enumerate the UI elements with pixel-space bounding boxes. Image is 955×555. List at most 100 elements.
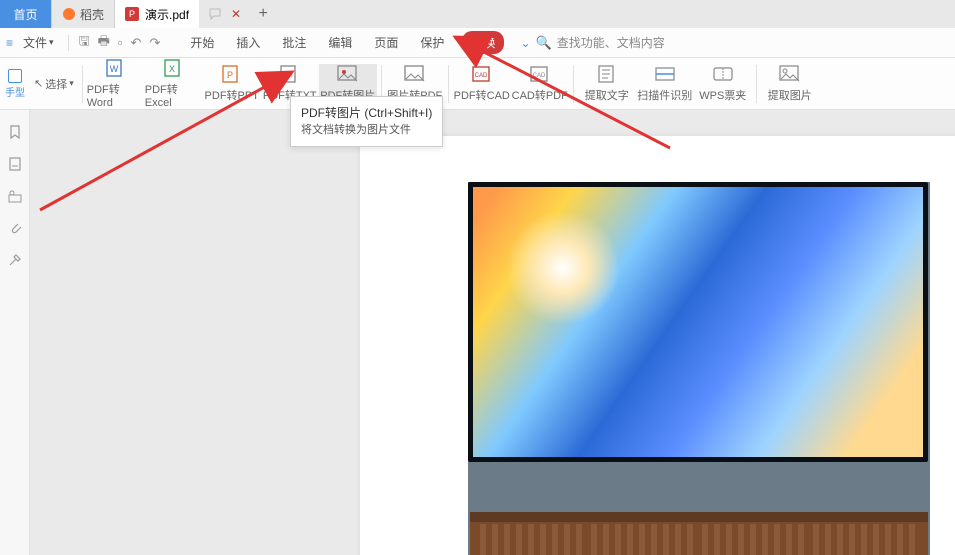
tool-pdf-to-excel[interactable]: X PDF转Excel bbox=[145, 58, 203, 109]
tool-scan-recognition[interactable]: 扫描件识别 bbox=[636, 64, 694, 103]
cad-icon: CAD bbox=[470, 64, 494, 84]
cad2pdf-icon: CAD bbox=[528, 64, 552, 84]
ticket-icon bbox=[711, 64, 735, 84]
layers-icon[interactable] bbox=[7, 188, 23, 204]
pdf-icon: P bbox=[125, 7, 139, 21]
search-icon: 🔍 bbox=[536, 35, 552, 51]
ribbon-tab-2[interactable]: 批注 bbox=[278, 31, 310, 54]
ppt-icon: P bbox=[220, 64, 244, 84]
toolbar-row: 手型 ↖ 选择 ▾ W PDF转Word X PDF转Excel P PDF转P… bbox=[0, 58, 955, 110]
cursor-icon: ↖ bbox=[34, 77, 43, 90]
tool-label: PDF转Excel bbox=[145, 81, 203, 109]
extract-text-icon bbox=[595, 64, 619, 84]
menu-row: ≡ 文件 ▾ 🖫 🖶 ▫ ↶ ↷ 开始 插入 批注 编辑 页面 保护 转换 ⌄ … bbox=[0, 28, 955, 58]
ribbon-tab-6[interactable]: 转换 bbox=[462, 31, 504, 54]
tool-label: CAD转PDF bbox=[512, 87, 568, 103]
pdf-page bbox=[360, 136, 955, 555]
preview-icon[interactable]: ▫ bbox=[118, 35, 123, 50]
hand-icon bbox=[8, 69, 22, 83]
hand-label: 手型 bbox=[5, 84, 25, 99]
img2pdf-icon bbox=[403, 64, 427, 84]
tooltip-desc: 将文档转换为图片文件 bbox=[301, 122, 432, 139]
divider bbox=[68, 35, 69, 51]
file-menu-label: 文件 bbox=[23, 34, 47, 51]
word-icon: W bbox=[104, 58, 128, 78]
daoke-icon bbox=[62, 7, 76, 21]
ribbon-tab-5[interactable]: 保护 bbox=[416, 31, 448, 54]
chat-bubble-icon[interactable] bbox=[207, 6, 223, 22]
svg-text:X: X bbox=[169, 64, 175, 74]
tool-pdf-to-ppt[interactable]: P PDF转PPT bbox=[203, 64, 261, 103]
tool-pdf-to-word[interactable]: W PDF转Word bbox=[87, 58, 145, 109]
tool-label: 扫描件识别 bbox=[637, 87, 692, 103]
search-box[interactable]: ⌄ 🔍 查找功能、文档内容 bbox=[520, 34, 664, 51]
svg-text:CAD: CAD bbox=[532, 73, 545, 79]
app-menu-icon[interactable]: ≡ bbox=[6, 36, 13, 50]
tool-label: 提取文字 bbox=[585, 87, 629, 103]
redo-icon[interactable]: ↷ bbox=[149, 35, 160, 51]
tv-frame bbox=[468, 182, 928, 462]
title-tabs-row: 首页 稻壳 P 演示.pdf ✕ + bbox=[0, 0, 955, 28]
tooltip-pdf-to-image: PDF转图片 (Ctrl+Shift+I) 将文档转换为图片文件 bbox=[290, 96, 443, 147]
excel-icon: X bbox=[162, 58, 186, 78]
select-tool[interactable]: ↖ 选择 ▾ bbox=[30, 76, 78, 92]
page-content-image bbox=[468, 182, 930, 555]
tab-home-label: 首页 bbox=[13, 6, 37, 23]
tool-label: PDF转Word bbox=[87, 81, 145, 109]
hand-tool[interactable]: 手型 bbox=[0, 69, 30, 99]
main-area bbox=[0, 110, 955, 555]
ribbon-tabs: 开始 插入 批注 编辑 页面 保护 转换 bbox=[186, 31, 504, 54]
tool-label: PDF转PPT bbox=[205, 87, 259, 103]
attachment-icon[interactable] bbox=[7, 220, 23, 236]
tool-pdf-to-cad[interactable]: CAD PDF转CAD bbox=[453, 64, 511, 103]
divider bbox=[448, 65, 449, 103]
svg-text:CAD: CAD bbox=[474, 73, 487, 79]
tab-daoke-label: 稻壳 bbox=[80, 6, 104, 23]
image-icon bbox=[336, 64, 360, 84]
wooden-shelf bbox=[470, 512, 928, 555]
ribbon-tab-4[interactable]: 页面 bbox=[370, 31, 402, 54]
ribbon-tab-0[interactable]: 开始 bbox=[186, 31, 218, 54]
tool-cad-to-pdf[interactable]: CAD CAD转PDF bbox=[511, 64, 569, 103]
save-icon[interactable]: 🖫 bbox=[79, 32, 90, 54]
tab-daoke[interactable]: 稻壳 bbox=[52, 0, 115, 28]
tool-extract-text[interactable]: 提取文字 bbox=[578, 64, 636, 103]
tool-label: WPS票夹 bbox=[699, 87, 746, 103]
tab-home[interactable]: 首页 bbox=[0, 0, 52, 28]
tool-wps-ticket[interactable]: WPS票夹 bbox=[694, 64, 752, 103]
extract-img-icon bbox=[778, 64, 802, 84]
tool-extract-image[interactable]: 提取图片 bbox=[761, 64, 819, 103]
page-canvas[interactable] bbox=[30, 110, 955, 555]
divider bbox=[573, 65, 574, 103]
undo-icon[interactable]: ↶ bbox=[131, 35, 142, 51]
tv-screen bbox=[473, 187, 923, 457]
tool-label: 提取图片 bbox=[768, 87, 812, 103]
svg-text:W: W bbox=[110, 64, 119, 74]
svg-text:P: P bbox=[227, 70, 233, 80]
chevron-down-icon: ▾ bbox=[69, 78, 74, 89]
txt-icon: TXT bbox=[278, 64, 302, 84]
left-rail bbox=[0, 110, 30, 555]
bookmark-icon[interactable] bbox=[7, 124, 23, 140]
add-tab-label: + bbox=[258, 5, 267, 23]
file-menu[interactable]: 文件 ▾ bbox=[19, 32, 58, 53]
divider bbox=[82, 65, 83, 103]
scan-icon bbox=[653, 64, 677, 84]
print-icon[interactable]: 🖶 bbox=[98, 32, 110, 54]
ribbon-tab-1[interactable]: 插入 bbox=[232, 31, 264, 54]
svg-text:TXT: TXT bbox=[282, 73, 294, 79]
chevron-down-icon: ▾ bbox=[49, 37, 54, 48]
divider bbox=[756, 65, 757, 103]
tab-document[interactable]: P 演示.pdf bbox=[115, 0, 199, 28]
tooltip-title: PDF转图片 (Ctrl+Shift+I) bbox=[301, 104, 432, 122]
tool-label: PDF转CAD bbox=[454, 87, 510, 103]
search-placeholder: 查找功能、文档内容 bbox=[557, 34, 665, 51]
doc-name: 演示.pdf bbox=[145, 6, 189, 23]
search-down-icon: ⌄ bbox=[520, 36, 530, 50]
ribbon-tab-3[interactable]: 编辑 bbox=[324, 31, 356, 54]
tools-icon[interactable] bbox=[7, 252, 23, 268]
select-label: 选择 bbox=[45, 76, 67, 92]
add-tab-button[interactable]: + bbox=[249, 0, 277, 28]
close-icon[interactable]: ✕ bbox=[231, 7, 241, 21]
thumbnail-icon[interactable] bbox=[7, 156, 23, 172]
